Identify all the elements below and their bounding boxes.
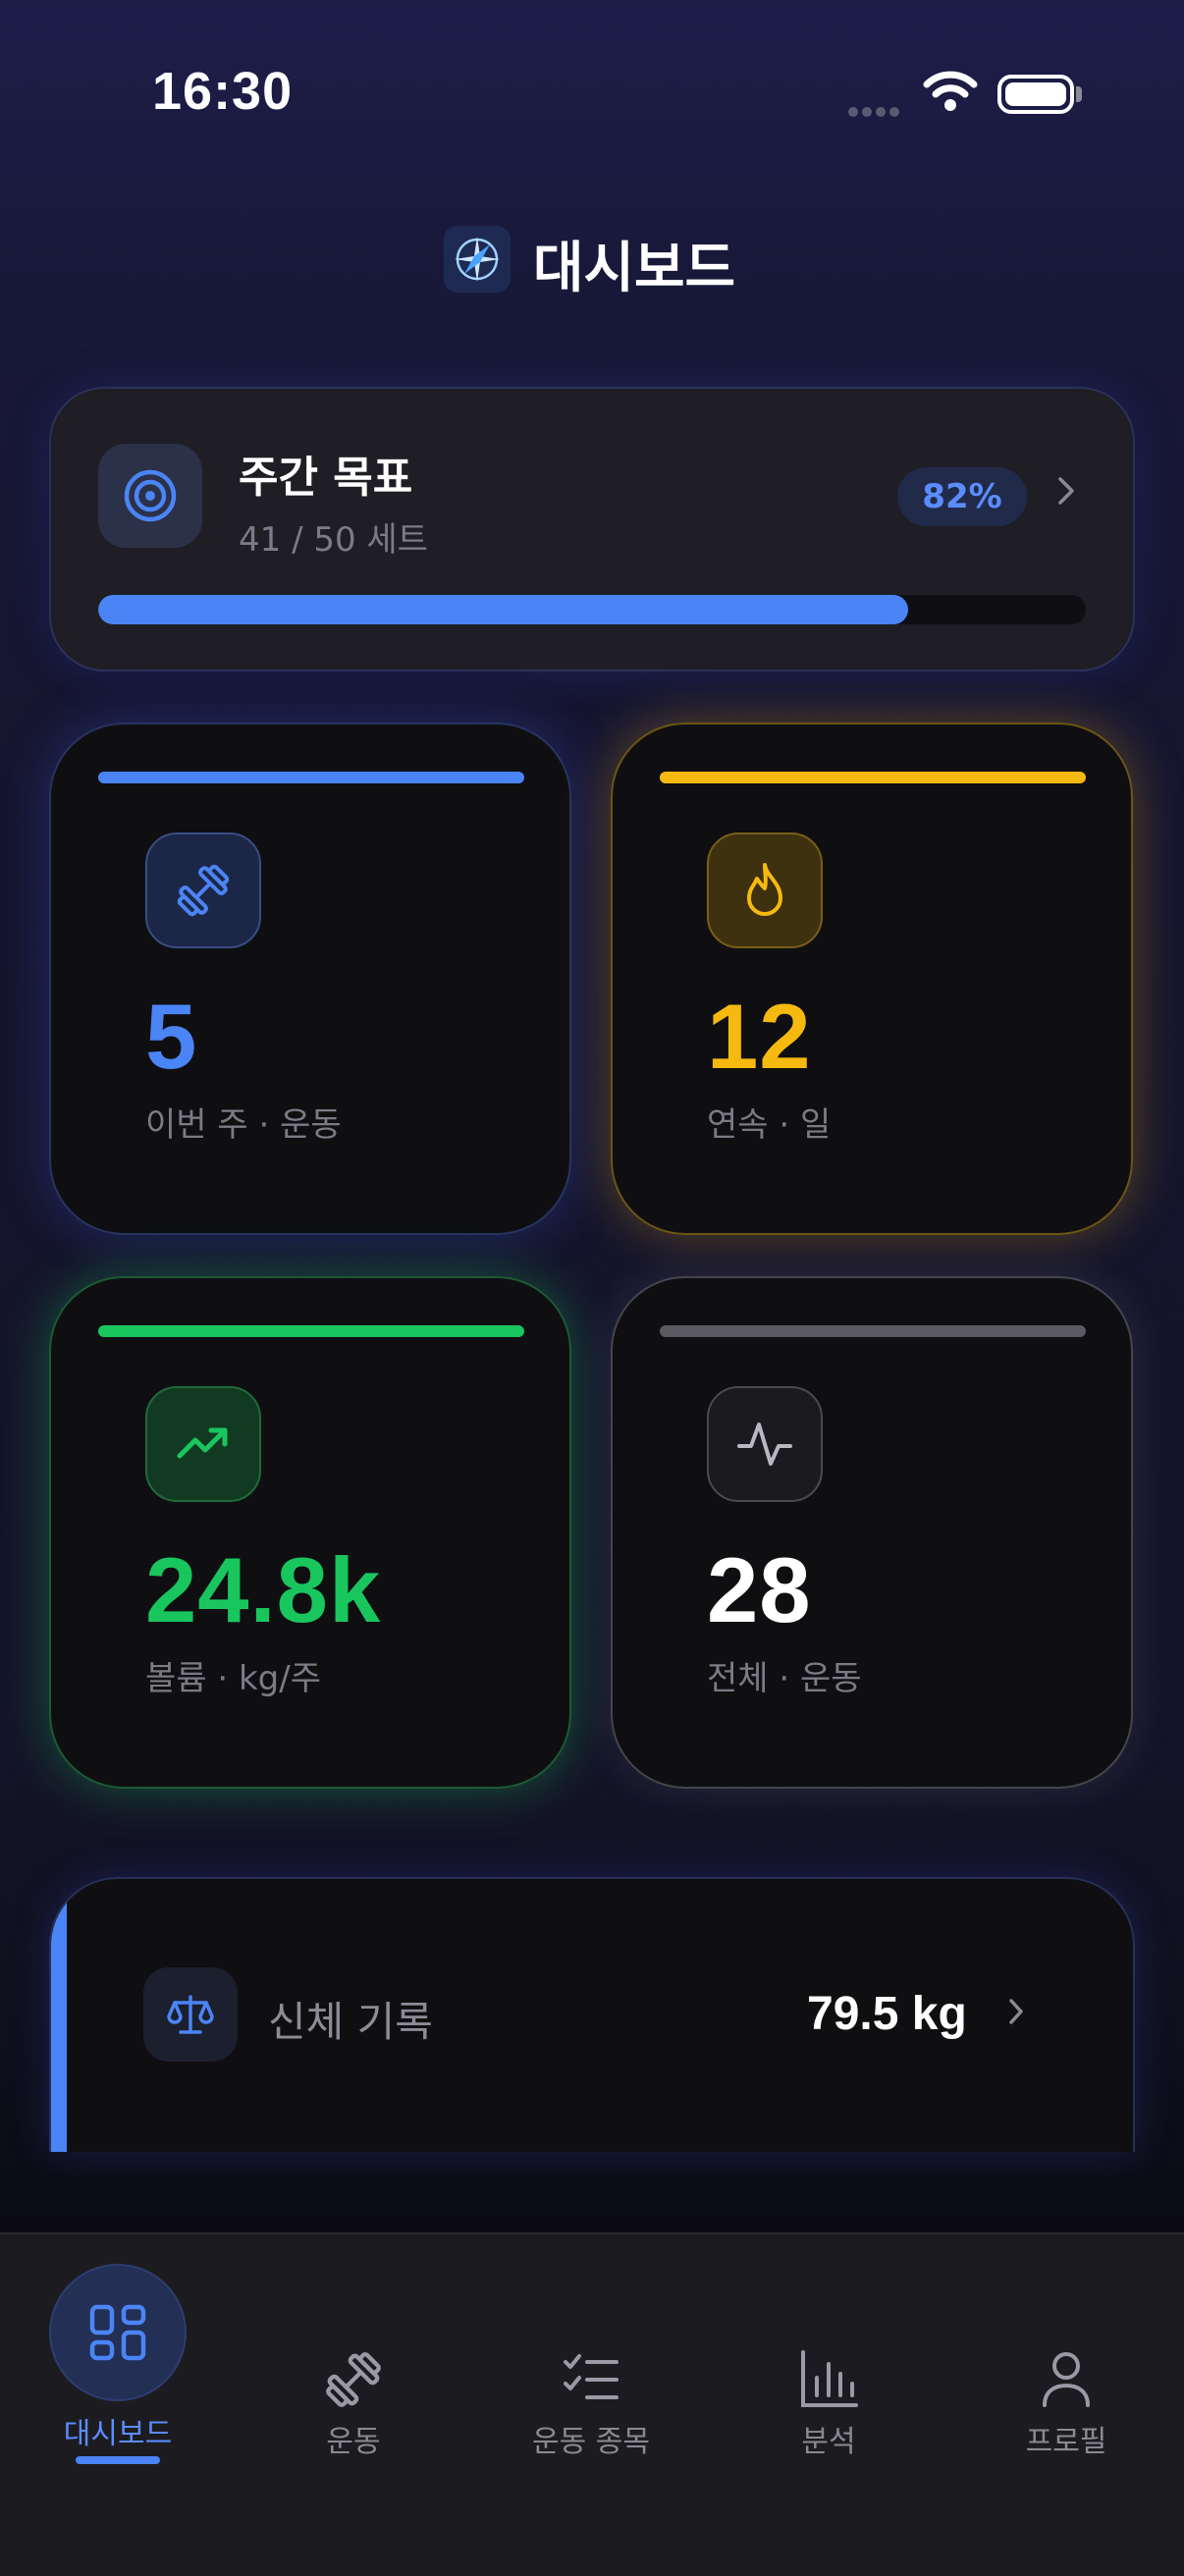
stat-card-streak[interactable]: 12 연속 · 일 [611, 723, 1133, 1235]
tab-dashboard[interactable]: 대시보드 [0, 2234, 236, 2576]
tab-label: 운동 종목 [532, 2425, 650, 2459]
stat-label: 연속 · 일 [707, 1105, 832, 1145]
stat-value: 5 [145, 985, 198, 1088]
page-title: 대시보드 [533, 237, 736, 300]
stat-value: 28 [707, 1538, 812, 1641]
stat-accent-bar [98, 1325, 524, 1337]
stat-label: 이번 주 · 운동 [145, 1105, 342, 1145]
tab-profile[interactable]: 프로필 [948, 2234, 1184, 2576]
stat-value: 24.8k [145, 1538, 382, 1641]
wifi-icon [923, 71, 978, 116]
body-record-label: 신체 기록 [268, 1998, 433, 2046]
chevron-right-icon[interactable] [1056, 475, 1076, 510]
stat-accent-bar [660, 772, 1086, 783]
dumbbell-icon [145, 832, 261, 948]
scale-icon [143, 1967, 238, 2062]
weekly-goal-subtitle: 41 / 50 세트 [239, 520, 428, 560]
tab-label: 분석 [801, 2425, 856, 2459]
weekly-goal-percent-badge: 82% [897, 467, 1027, 526]
tab-exercises[interactable]: 운동 종목 [473, 2234, 709, 2576]
body-record-accent [51, 1879, 67, 2152]
tab-label: 운동 [326, 2425, 381, 2459]
status-time: 16:30 [152, 62, 294, 121]
body-record-value: 79.5 kg [807, 1988, 967, 2040]
stat-label: 볼륨 · kg/주 [145, 1659, 321, 1698]
tab-analysis[interactable]: 분석 [711, 2234, 946, 2576]
battery-tip [1076, 86, 1082, 102]
stat-label: 전체 · 운동 [707, 1659, 862, 1698]
tab-label: 프로필 [1025, 2425, 1107, 2459]
cellular-signal-icon [848, 102, 903, 121]
tab-bar: 대시보드 운동 운동 종목 분석 프로필 [0, 2232, 1184, 2576]
weekly-goal-progress-fill [98, 595, 908, 624]
weekly-goal-card[interactable] [49, 387, 1135, 671]
trending-up-icon [145, 1386, 261, 1502]
target-icon [98, 444, 202, 548]
stat-accent-bar [98, 772, 524, 783]
dashboard-icon [49, 2264, 187, 2401]
activity-icon [707, 1386, 823, 1502]
weekly-goal-title: 주간 목표 [239, 453, 413, 503]
stat-value: 12 [707, 985, 812, 1088]
tab-workout[interactable]: 운동 [236, 2234, 471, 2576]
active-tab-indicator [76, 2456, 160, 2464]
flame-icon [707, 832, 823, 948]
stat-card-volume[interactable]: 24.8k 볼륨 · kg/주 [49, 1276, 571, 1789]
compass-icon [444, 226, 511, 293]
tab-label: 대시보드 [63, 2417, 173, 2451]
chevron-right-icon[interactable] [1007, 1997, 1025, 2030]
stat-accent-bar [660, 1325, 1086, 1337]
stat-card-total-workouts[interactable]: 28 전체 · 운동 [611, 1276, 1133, 1789]
stat-card-weekly-workouts[interactable]: 5 이번 주 · 운동 [49, 723, 571, 1235]
weekly-goal-progress-bar [98, 595, 1086, 624]
battery-icon [997, 75, 1074, 114]
